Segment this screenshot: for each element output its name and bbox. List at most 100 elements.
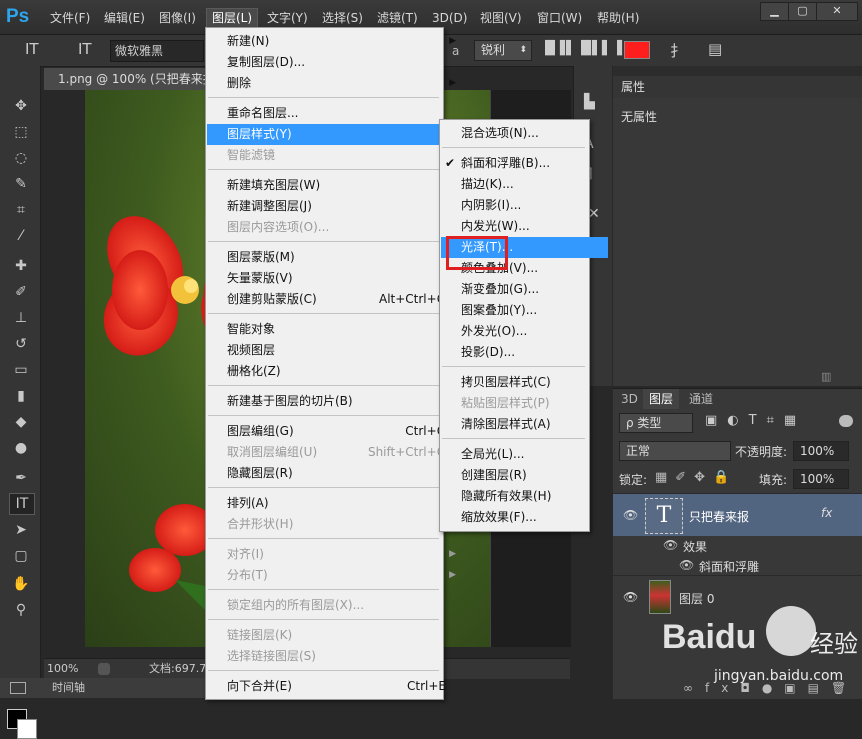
bevel-eye-icon[interactable]: 👁 <box>679 558 694 572</box>
close-button[interactable]: ✕ <box>816 2 858 21</box>
crop-tool-icon[interactable]: ⌗ <box>9 200 33 220</box>
document-tab[interactable]: 1.png @ 100% (只把春来报 <box>44 68 218 90</box>
layer-name[interactable]: 只把春来报 <box>689 508 749 525</box>
effects-row[interactable]: 👁 效果 <box>613 535 862 555</box>
menu-filter[interactable]: 滤镜(T) <box>372 9 423 27</box>
eraser-tool-icon[interactable]: ▭ <box>9 360 33 380</box>
filter-icons[interactable]: ▣◐T⌗▦ <box>705 413 806 428</box>
tab-layers[interactable]: 图层 <box>643 389 680 409</box>
document-info[interactable]: 文档:697.7 <box>149 659 206 679</box>
submenu-item-inner-glow[interactable]: 内发光(W)... <box>441 216 608 237</box>
menu-edit[interactable]: 编辑(E) <box>99 9 150 27</box>
visibility-eye-icon[interactable]: 👁 <box>623 508 638 522</box>
layer-row-text[interactable]: 👁 T 只把春来报 fx <box>613 493 862 536</box>
zoom-level[interactable]: 100% <box>47 659 78 679</box>
menu-item-new[interactable]: 新建(N) ▶ <box>207 31 462 52</box>
menu-item-clipping-mask[interactable]: 创建剪贴蒙版(C) Alt+Ctrl+G <box>207 289 462 310</box>
tab-channels[interactable]: 通道 <box>683 389 719 409</box>
trash-icon[interactable]: ▥ <box>821 370 831 383</box>
menu-layer[interactable]: 图层(L) <box>206 8 259 28</box>
tab-3d[interactable]: 3D <box>615 389 644 409</box>
submenu-item-gradient-overlay[interactable]: 渐变叠加(G)... <box>441 279 608 300</box>
submenu-item-outer-glow[interactable]: 外发光(O)... <box>441 321 608 342</box>
menu-item-rasterize[interactable]: 栅格化(Z)▶ <box>207 361 462 382</box>
layer-filter-select[interactable]: ρ 类型 <box>619 413 693 433</box>
submenu-item-stroke[interactable]: 描边(K)... <box>441 174 608 195</box>
menu-view[interactable]: 视图(V) <box>475 9 527 27</box>
menu-window[interactable]: 窗口(W) <box>532 9 587 27</box>
menu-item-new-slice[interactable]: 新建基于图层的切片(B) <box>207 391 462 412</box>
menu-item-rename[interactable]: 重命名图层... <box>207 103 462 124</box>
pen-tool-icon[interactable]: ✒ <box>9 468 33 488</box>
menu-item-merge-down[interactable]: 向下合并(E) Ctrl+E <box>207 676 462 697</box>
path-selection-tool-icon[interactable]: ➤ <box>9 520 33 540</box>
status-icon[interactable] <box>98 663 110 675</box>
menu-item-new-fill[interactable]: 新建填充图层(W)▶ <box>207 175 462 196</box>
text-color-swatch[interactable] <box>624 41 650 59</box>
menu-item-arrange[interactable]: 排列(A)▶ <box>207 493 462 514</box>
menu-item-align[interactable]: 对齐(I) ▶ <box>207 544 462 565</box>
menu-item-duplicate[interactable]: 复制图层(D)... <box>207 52 462 73</box>
submenu-item-global-light[interactable]: 全局光(L)... <box>441 444 608 465</box>
menu-item-group[interactable]: 图层编组(G) Ctrl+G <box>207 421 462 442</box>
warp-text-icon[interactable]: ⺘ <box>670 40 685 61</box>
hand-tool-icon[interactable]: ✋ <box>9 574 33 594</box>
blur-tool-icon[interactable]: ◆ <box>9 412 33 432</box>
eyedropper-tool-icon[interactable]: ⁄ <box>9 226 33 246</box>
menu-item-ungroup[interactable]: 取消图层编组(U) Shift+Ctrl+G <box>207 442 462 463</box>
maximize-button[interactable]: ▢ <box>788 2 817 21</box>
menu-help[interactable]: 帮助(H) <box>592 9 644 27</box>
submenu-item-copy-style[interactable]: 拷贝图层样式(C) <box>441 372 608 393</box>
submenu-item-scale-effects[interactable]: 缩放效果(F)... <box>441 507 608 528</box>
lock-icons[interactable]: ▦✐✥🔒 <box>655 470 737 485</box>
menu-item-smart-object[interactable]: 智能对象▶ <box>207 319 462 340</box>
rectangle-tool-icon[interactable]: ▢ <box>9 546 33 566</box>
fill-field[interactable]: 100% <box>793 469 849 489</box>
menu-type[interactable]: 文字(Y) <box>262 9 313 27</box>
minimize-button[interactable]: ▁ <box>760 2 789 21</box>
healing-brush-tool-icon[interactable]: ✚ <box>9 256 33 276</box>
submenu-item-blending-options[interactable]: 混合选项(N)... <box>441 123 608 144</box>
menu-file[interactable]: 文件(F) <box>45 9 95 27</box>
menu-item-layer-style[interactable]: 图层样式(Y)▶ <box>207 124 462 145</box>
clone-stamp-tool-icon[interactable]: ⊥ <box>9 308 33 328</box>
move-tool-icon[interactable]: ✥ <box>9 96 33 116</box>
gradient-tool-icon[interactable]: ▮ <box>9 386 33 406</box>
submenu-item-inner-shadow[interactable]: 内阴影(I)... <box>441 195 608 216</box>
menu-item-smart-filter[interactable]: 智能滤镜▶ <box>207 145 462 166</box>
font-family-field[interactable]: 微软雅黑 <box>110 40 204 62</box>
filter-toggle[interactable] <box>839 415 853 427</box>
submenu-item-clear-style[interactable]: 清除图层样式(A) <box>441 414 608 435</box>
menu-item-video-layer[interactable]: 视频图层▶ <box>207 340 462 361</box>
menu-item-content-options[interactable]: 图层内容选项(O)... <box>207 217 462 238</box>
lasso-tool-icon[interactable]: ◌ <box>9 148 33 168</box>
marquee-tool-icon[interactable]: ⬚ <box>9 122 33 142</box>
menu-item-hide-layers[interactable]: 隐藏图层(R) <box>207 463 462 484</box>
submenu-item-hide-all-effects[interactable]: 隐藏所有效果(H) <box>441 486 608 507</box>
opacity-field[interactable]: 100% <box>793 441 849 461</box>
menu-item-lock-all[interactable]: 锁定组内的所有图层(X)... <box>207 595 462 616</box>
submenu-item-bevel-emboss[interactable]: ✔ 斜面和浮雕(B)... <box>441 153 608 174</box>
fx-icon[interactable]: fx <box>821 506 832 520</box>
visibility-eye-icon[interactable]: 👁 <box>623 590 638 604</box>
timeline-tab[interactable]: 时间轴 <box>44 678 212 698</box>
menu-3d[interactable]: 3D(D) <box>427 9 472 27</box>
history-panel-icon[interactable]: ▙ <box>584 94 595 110</box>
blend-mode-select[interactable]: 正常 <box>619 441 731 461</box>
menu-item-distribute[interactable]: 分布(T) ▶ <box>207 565 462 586</box>
antialias-select[interactable]: 锐利 ⬍ <box>474 40 532 61</box>
submenu-item-drop-shadow[interactable]: 投影(D)... <box>441 342 608 363</box>
menu-item-select-linked[interactable]: 选择链接图层(S) <box>207 646 462 667</box>
dodge-tool-icon[interactable]: ● <box>9 438 33 458</box>
menu-item-vector-mask[interactable]: 矢量蒙版(V)▶ <box>207 268 462 289</box>
menu-item-layer-mask[interactable]: 图层蒙版(M)▶ <box>207 247 462 268</box>
menu-item-delete[interactable]: 删除 ▶ <box>207 73 462 94</box>
menu-select[interactable]: 选择(S) <box>317 9 368 27</box>
panels-toggle-icon[interactable]: ▤ <box>708 40 722 58</box>
effects-eye-icon[interactable]: 👁 <box>663 538 678 552</box>
type-tool-icon[interactable]: IT <box>25 40 39 58</box>
align-right-icon[interactable]: ▌▌▐ <box>592 41 622 56</box>
properties-tab[interactable]: 属性 <box>613 76 862 98</box>
text-orientation-icon[interactable]: IT <box>78 40 92 58</box>
menu-item-new-adjustment[interactable]: 新建调整图层(J)▶ <box>207 196 462 217</box>
